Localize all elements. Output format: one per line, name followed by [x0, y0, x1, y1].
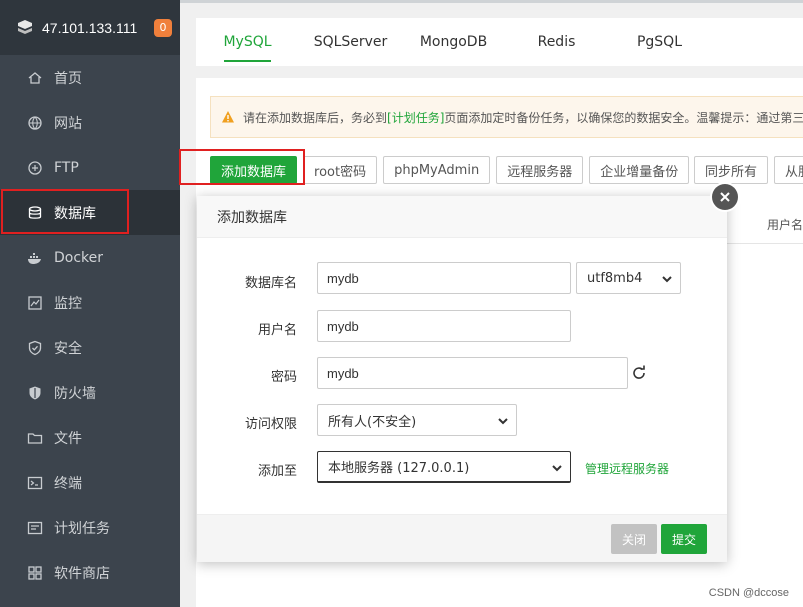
sidebar-header: 47.101.133.111 0 — [0, 0, 180, 55]
sidebar-item-label: Docker — [54, 249, 104, 266]
top-strip — [180, 0, 803, 3]
db-toolbar-right: 同步所有 从服 — [694, 156, 803, 184]
db-type-tabs: MySQL SQLServer MongoDB Redis PgSQL — [196, 18, 803, 66]
charset-select[interactable]: utf8mb4 — [576, 262, 681, 294]
cron-task-link[interactable]: [计划任务] — [387, 109, 444, 126]
sidebar-item[interactable]: 监控 — [0, 280, 180, 325]
warning-icon — [222, 111, 234, 123]
sidebar-item-label: 文件 — [54, 430, 82, 447]
ftp-icon — [27, 160, 43, 176]
docker-icon — [27, 250, 43, 266]
access-label: 访问权限 — [244, 417, 297, 432]
sidebar-item[interactable]: 终端 — [0, 460, 180, 505]
close-icon — [712, 184, 738, 210]
firewall-icon — [27, 385, 43, 401]
sidebar-item-label: 数据库 — [54, 205, 96, 222]
sidebar-item[interactable]: FTP — [0, 145, 180, 190]
server-logo-icon — [18, 19, 32, 34]
shield-icon — [27, 340, 43, 356]
folder-icon — [27, 430, 43, 446]
submit-button[interactable]: 提交 — [661, 524, 707, 554]
tab-pgsql[interactable]: PgSQL — [608, 18, 711, 66]
refresh-password-icon[interactable] — [630, 364, 648, 382]
sidebar-item-label: 首页 — [54, 70, 82, 87]
access-value: 所有人(不安全) — [328, 414, 417, 430]
add-database-dialog: 添加数据库 数据库名 mydb utf8mb4 用户名 mydb 密码 mydb… — [197, 196, 727, 562]
sidebar-nav: 首页网站 FTP 数据库 Docker 监控安全防火墙文件终端计划任务软件商店 — [0, 55, 180, 595]
sidebar-item-label: FTP — [54, 159, 79, 176]
manage-remote-link[interactable]: 管理远程服务器 — [585, 460, 669, 477]
sidebar-item-label: 计划任务 — [54, 520, 110, 537]
add-to-label: 添加至 — [257, 464, 297, 479]
db-name-label: 数据库名 — [244, 276, 297, 291]
sidebar-item-label: 监控 — [54, 295, 82, 312]
home-icon — [27, 70, 43, 86]
watermark: CSDN @dccose — [708, 587, 789, 599]
username-input[interactable]: mydb — [317, 310, 571, 342]
dialog-footer: 关闭 提交 — [197, 514, 727, 562]
tab-mysql[interactable]: MySQL — [196, 18, 299, 66]
tab-redis[interactable]: Redis — [505, 18, 608, 66]
sidebar-item[interactable]: Docker — [0, 235, 180, 280]
password-label: 密码 — [270, 370, 297, 385]
root-password-button[interactable]: root密码 — [303, 156, 378, 184]
sidebar-item-label: 安全 — [54, 340, 82, 357]
notification-badge[interactable]: 0 — [154, 18, 172, 37]
tab-sqlserver[interactable]: SQLServer — [299, 18, 402, 66]
sidebar-item[interactable]: 软件商店 — [0, 550, 180, 595]
sidebar-item[interactable]: 文件 — [0, 415, 180, 460]
username-label: 用户名 — [257, 323, 297, 338]
db-toolbar: 添加数据库 root密码 phpMyAdmin 远程服务器 企业增量备份 — [210, 156, 690, 184]
dialog-title: 添加数据库 — [197, 196, 727, 238]
chevron-down-icon — [552, 465, 562, 472]
sidebar-item[interactable]: 安全 — [0, 325, 180, 370]
sidebar-item[interactable]: 计划任务 — [0, 505, 180, 550]
enterprise-backup-button[interactable]: 企业增量备份 — [589, 156, 690, 184]
dialog-close-button[interactable] — [710, 182, 740, 212]
sidebar-item[interactable]: 网站 — [0, 100, 180, 145]
sync-all-button[interactable]: 同步所有 — [694, 156, 769, 184]
sidebar-item[interactable]: 首页 — [0, 55, 180, 100]
clock-icon — [27, 520, 43, 536]
sidebar-item-label: 软件商店 — [54, 565, 110, 582]
password-input[interactable]: mydb — [317, 357, 628, 389]
globe-icon — [27, 115, 43, 131]
chevron-down-icon — [498, 418, 508, 425]
chevron-down-icon — [662, 276, 672, 283]
sidebar-item-label: 防火墙 — [54, 385, 96, 402]
notice-prefix: 请在添加数据库后，务必到 — [243, 110, 388, 125]
backup-notice: 请在添加数据库后，务必到 [计划任务] 页面添加定时备份任务，以确保您的数据安全… — [210, 96, 803, 138]
column-username: 用户名 — [766, 218, 803, 232]
tab-mongodb[interactable]: MongoDB — [402, 18, 505, 66]
sidebar-item[interactable]: 防火墙 — [0, 370, 180, 415]
sidebar-item-label: 终端 — [54, 475, 82, 492]
store-icon — [27, 565, 43, 581]
sidebar-item[interactable]: 数据库 — [0, 190, 180, 235]
database-icon — [27, 205, 43, 221]
notice-suffix: 页面添加定时备份任务，以确保您的数据安全。温馨提示：通过第三 — [444, 110, 803, 125]
from-server-button[interactable]: 从服 — [774, 156, 803, 184]
add-to-select[interactable]: 本地服务器 (127.0.0.1) — [317, 451, 571, 483]
monitor-icon — [27, 295, 43, 311]
sidebar: 47.101.133.111 0 首页网站 FTP 数据库 Docker 监控安全防火墙… — [0, 0, 180, 607]
db-name-input[interactable]: mydb — [317, 262, 571, 294]
add-to-value: 本地服务器 (127.0.0.1) — [328, 461, 470, 476]
add-database-button[interactable]: 添加数据库 — [210, 156, 298, 184]
sidebar-item-label: 网站 — [54, 115, 82, 132]
phpmyadmin-button[interactable]: phpMyAdmin — [383, 156, 491, 184]
charset-value: utf8mb4 — [587, 270, 643, 286]
close-button[interactable]: 关闭 — [611, 524, 657, 554]
server-ip: 47.101.133.111 — [42, 19, 138, 36]
terminal-icon — [27, 475, 43, 491]
access-select[interactable]: 所有人(不安全) — [317, 404, 517, 436]
remote-server-button[interactable]: 远程服务器 — [496, 156, 584, 184]
